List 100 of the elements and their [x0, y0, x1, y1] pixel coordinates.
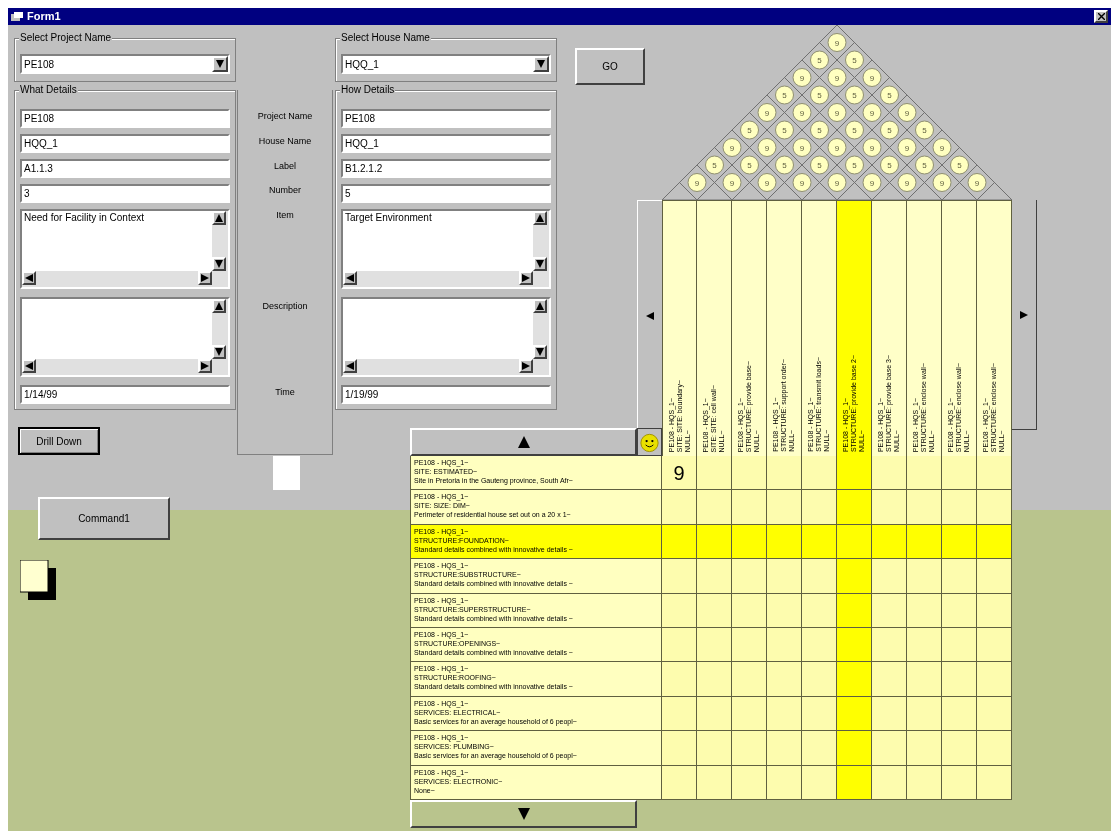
matrix-cell[interactable]	[977, 662, 1012, 696]
matrix-cell[interactable]	[837, 696, 872, 731]
matrix-cell[interactable]	[802, 627, 837, 662]
matrix-cell[interactable]	[837, 593, 872, 627]
vertical-scrollbar[interactable]	[533, 299, 549, 375]
matrix-cell[interactable]	[802, 559, 837, 593]
roof-cell[interactable]: 5	[845, 85, 864, 105]
text-field[interactable]: PE108	[341, 109, 551, 128]
roof-cell[interactable]: 9	[722, 138, 742, 157]
roof-cell[interactable]: 9	[862, 103, 882, 122]
matrix-cell[interactable]	[977, 593, 1012, 627]
scroll-arrow-button[interactable]	[533, 211, 547, 225]
matrix-cell[interactable]	[872, 662, 907, 696]
scroll-arrow-button[interactable]	[212, 211, 226, 225]
matrix-cell[interactable]	[697, 593, 732, 627]
matrix-cell[interactable]	[697, 731, 732, 765]
matrix-cell[interactable]	[662, 593, 697, 627]
smiley-icon[interactable]	[637, 428, 662, 456]
roof-cell[interactable]: 9	[862, 173, 882, 192]
matrix-cell[interactable]	[907, 627, 942, 662]
matrix-cell[interactable]	[662, 490, 697, 524]
matrix-cell[interactable]	[837, 731, 872, 765]
matrix-cell[interactable]	[732, 490, 767, 524]
matrix-cell[interactable]	[942, 627, 977, 662]
roof-cell[interactable]: 5	[740, 155, 759, 175]
roof-cell[interactable]: 9	[827, 103, 847, 122]
matrix-cell[interactable]	[732, 627, 767, 662]
scroll-arrow-button[interactable]	[519, 359, 533, 373]
text-field[interactable]: 1/14/99	[20, 385, 230, 404]
roof-cell[interactable]: 9	[792, 68, 812, 87]
roof-cell[interactable]: 9	[757, 138, 777, 157]
roof-cell[interactable]: 5	[880, 120, 899, 140]
text-field[interactable]: 5	[341, 184, 551, 203]
dropdown[interactable]: HQQ_1	[341, 54, 551, 74]
roof-cell[interactable]: 9	[897, 173, 917, 192]
matrix-cell[interactable]	[767, 765, 802, 799]
roof-cell[interactable]: 9	[862, 68, 882, 87]
matrix-cell[interactable]	[977, 559, 1012, 593]
matrix-cell[interactable]	[977, 524, 1012, 559]
scroll-arrow-button[interactable]	[343, 359, 357, 373]
text-area[interactable]	[20, 297, 230, 377]
roof-cell[interactable]: 9	[967, 173, 987, 192]
roof-cell[interactable]: 5	[845, 120, 864, 140]
matrix-cell[interactable]	[697, 490, 732, 524]
matrix-cell[interactable]	[872, 627, 907, 662]
matrix-cell[interactable]	[872, 524, 907, 559]
horizontal-scrollbar[interactable]	[22, 359, 212, 375]
matrix-cell[interactable]	[977, 765, 1012, 799]
roof-cell[interactable]: 5	[810, 85, 829, 105]
matrix-cell[interactable]	[837, 627, 872, 662]
matrix-cell[interactable]	[977, 731, 1012, 765]
matrix-cell[interactable]	[907, 524, 942, 559]
roof-cell[interactable]: 9	[757, 103, 777, 122]
matrix-cell[interactable]	[942, 696, 977, 731]
vertical-scrollbar[interactable]	[212, 299, 228, 375]
vertical-scrollbar[interactable]	[212, 211, 228, 287]
matrix-cell[interactable]	[767, 627, 802, 662]
matrix-cell[interactable]	[872, 559, 907, 593]
text-area[interactable]	[341, 297, 551, 377]
text-field[interactable]: A1.1.3	[20, 159, 230, 178]
matrix-cell[interactable]	[907, 765, 942, 799]
text-field[interactable]: PE108	[20, 109, 230, 128]
roof-cell[interactable]: 9	[687, 173, 707, 192]
matrix-cell[interactable]	[802, 662, 837, 696]
matrix-cell[interactable]	[732, 731, 767, 765]
matrix-cell[interactable]	[767, 662, 802, 696]
matrix-cell[interactable]	[907, 490, 942, 524]
matrix-cell[interactable]	[907, 593, 942, 627]
matrix-cell[interactable]	[837, 662, 872, 696]
matrix-cell[interactable]	[837, 765, 872, 799]
roof-cell[interactable]: 9	[897, 138, 917, 157]
roof-cell[interactable]: 5	[880, 155, 899, 175]
drill-down-button[interactable]: Drill Down	[18, 427, 100, 455]
matrix-cell[interactable]	[837, 456, 872, 490]
matrix-cell[interactable]	[977, 490, 1012, 524]
roof-cell[interactable]: 5	[705, 155, 724, 175]
roof-cell[interactable]: 5	[775, 155, 794, 175]
matrix-cell[interactable]	[802, 765, 837, 799]
roof-cell[interactable]: 5	[915, 155, 934, 175]
matrix-cell[interactable]	[907, 456, 942, 490]
text-area[interactable]: Target Environment	[341, 209, 551, 289]
scroll-arrow-button[interactable]	[198, 359, 212, 373]
vertical-scrollbar[interactable]	[533, 211, 549, 287]
matrix-cell[interactable]	[942, 731, 977, 765]
matrix-cell[interactable]	[767, 456, 802, 490]
matrix-cell[interactable]	[662, 765, 697, 799]
matrix-cell[interactable]	[802, 696, 837, 731]
roof-cell[interactable]: 5	[845, 50, 864, 70]
matrix-cell[interactable]	[697, 765, 732, 799]
scroll-up-button[interactable]	[410, 428, 637, 456]
roof-cell[interactable]: 5	[950, 155, 969, 175]
matrix-cell[interactable]	[732, 559, 767, 593]
matrix-cell[interactable]	[872, 731, 907, 765]
roof-cell[interactable]: 9	[792, 173, 812, 192]
matrix-cell[interactable]	[977, 456, 1012, 490]
scroll-right-button[interactable]	[1012, 200, 1037, 430]
matrix-cell[interactable]	[872, 456, 907, 490]
roof-cell[interactable]: 9	[862, 138, 882, 157]
scroll-arrow-button[interactable]	[343, 271, 357, 285]
matrix-cell[interactable]	[872, 765, 907, 799]
